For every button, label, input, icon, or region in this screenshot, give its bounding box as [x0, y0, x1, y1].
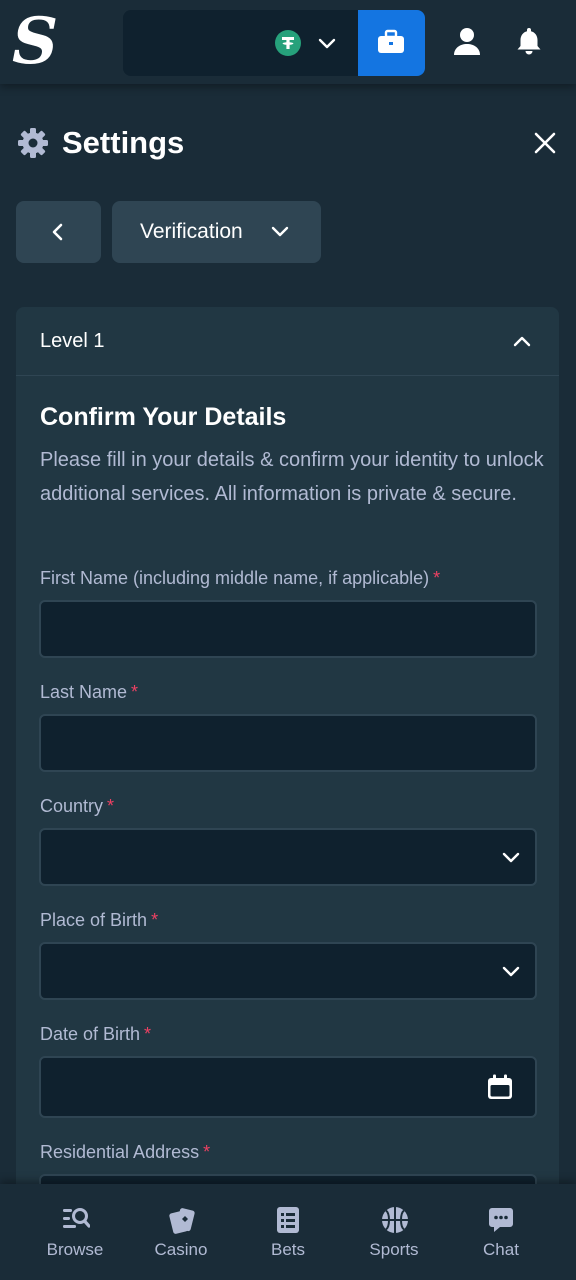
top-bar: S: [0, 0, 576, 84]
required-mark: *: [144, 1024, 152, 1044]
required-mark: *: [433, 568, 441, 588]
first-name-label: First Name (including middle name, if ap…: [40, 568, 441, 588]
nav-label-chat: Chat: [483, 1240, 519, 1259]
section-selector-label: Verification: [140, 220, 243, 243]
basketball-icon: [382, 1207, 408, 1233]
required-mark: *: [131, 682, 139, 702]
details-title: Confirm Your Details: [40, 403, 287, 431]
nav-item-chat[interactable]: Chat: [451, 1184, 551, 1280]
nav-item-casino[interactable]: Casino: [131, 1184, 231, 1280]
country-select[interactable]: [39, 828, 537, 886]
gear-icon: [18, 128, 48, 158]
close-icon[interactable]: [534, 132, 556, 154]
cards-icon: [169, 1208, 195, 1234]
nav-label-bets: Bets: [270, 1240, 306, 1259]
first-name-input[interactable]: [39, 600, 537, 658]
calendar-icon[interactable]: [487, 1074, 513, 1100]
level-label: Level 1: [40, 330, 105, 352]
required-mark: *: [107, 796, 115, 816]
chat-icon: [489, 1208, 513, 1232]
wallet-selector[interactable]: [123, 10, 425, 76]
residential-address-label: Residential Address *: [40, 1142, 211, 1162]
required-mark: *: [203, 1142, 211, 1162]
date-of-birth-label: Date of Birth *: [40, 1024, 152, 1044]
country-label: Country *: [40, 796, 115, 816]
nav-item-sports[interactable]: Sports: [344, 1184, 444, 1280]
place-of-birth-select[interactable]: [39, 942, 537, 1000]
page-title: Settings: [62, 125, 185, 160]
chevron-left-icon: [52, 223, 63, 241]
back-button[interactable]: [16, 201, 101, 263]
tether-icon: [275, 30, 301, 56]
verification-card: Level 1 Confirm Your Details Please fill…: [16, 307, 559, 1232]
date-of-birth-input[interactable]: [39, 1056, 537, 1118]
nav-item-browse[interactable]: Browse: [25, 1184, 125, 1280]
last-name-label: Last Name *: [40, 682, 139, 702]
bets-icon: [277, 1207, 299, 1233]
settings-header: Settings: [18, 123, 558, 163]
chevron-down-icon: [502, 966, 520, 977]
chevron-up-icon[interactable]: [512, 333, 532, 349]
place-of-birth-label: Place of Birth *: [40, 910, 159, 930]
last-name-input[interactable]: [39, 714, 537, 772]
nav-item-bets[interactable]: Bets: [238, 1184, 338, 1280]
section-selector[interactable]: Verification: [112, 201, 321, 263]
browse-icon: [63, 1208, 90, 1228]
wallet-icon: [378, 29, 404, 53]
nav-label-casino: Casino: [154, 1240, 208, 1259]
user-icon[interactable]: [452, 26, 482, 56]
logo[interactable]: S: [12, 10, 58, 74]
chevron-down-icon: [271, 226, 289, 237]
details-description: Please fill in your details & confirm yo…: [40, 449, 544, 505]
nav-label-sports: Sports: [369, 1240, 419, 1259]
level-header[interactable]: Level 1: [16, 307, 559, 376]
required-mark: *: [151, 910, 159, 930]
bell-icon[interactable]: [514, 26, 544, 56]
chevron-down-icon[interactable]: [317, 34, 337, 54]
wallet-button[interactable]: [358, 10, 425, 76]
bottom-nav: Browse Casino Bets Sports Chat: [0, 1184, 576, 1280]
chevron-down-icon: [502, 852, 520, 863]
nav-label-browse: Browse: [46, 1240, 104, 1259]
